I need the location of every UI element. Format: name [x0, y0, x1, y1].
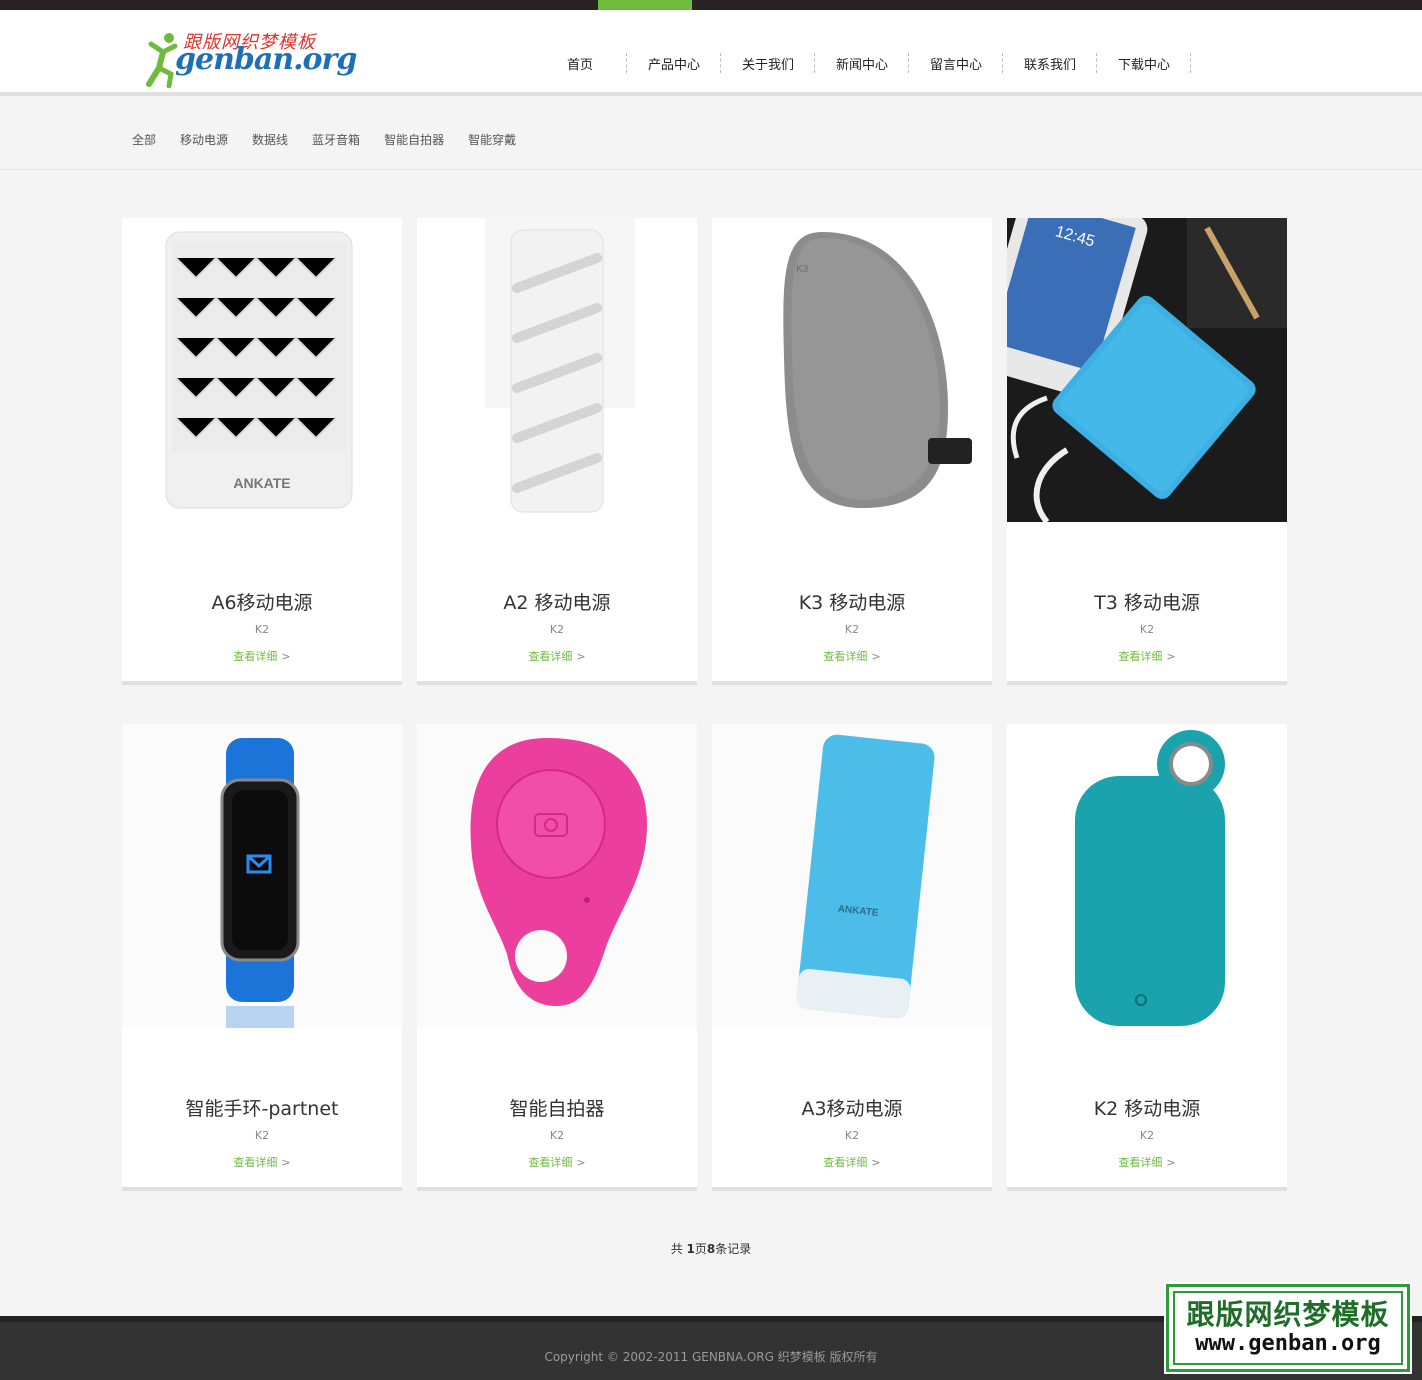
nav-item-news[interactable]: 新闻中心: [815, 20, 909, 106]
view-details-link[interactable]: 查看详细 >: [1007, 1154, 1287, 1170]
power-bank-a3-image: ANKATE: [712, 724, 992, 1028]
product-model: K2: [254, 623, 270, 636]
pager-record-count: 8: [706, 1242, 716, 1256]
product-title[interactable]: A3移动电源: [712, 1094, 992, 1121]
power-bank-t3-image: 12:45: [1007, 218, 1287, 522]
filter-wearable[interactable]: 智能穿戴: [468, 131, 516, 148]
product-card[interactable]: 智能手环-partnet K2 查看详细 >: [122, 724, 402, 1191]
nav-item-products[interactable]: 产品中心: [627, 20, 721, 106]
pager-mid: 页: [694, 1242, 707, 1256]
product-title[interactable]: 智能手环-partnet: [122, 1094, 402, 1121]
product-image-a2[interactable]: [417, 218, 697, 522]
power-bank-k2-image: [1007, 724, 1287, 1028]
power-bank-a2-image: [417, 218, 697, 522]
nav-item-about[interactable]: 关于我们: [721, 20, 815, 106]
product-model: K2: [844, 623, 860, 636]
view-details-link[interactable]: 查看详细 >: [122, 1154, 402, 1170]
filter-power-bank[interactable]: 移动电源: [180, 131, 228, 148]
selfie-shutter-image: [417, 724, 697, 1028]
view-details-link[interactable]: 查看详细 >: [1007, 648, 1287, 664]
product-image-band[interactable]: [122, 724, 402, 1028]
header: 跟版网织梦模板 genban.org 首页 产品中心 关于我们 新闻中心 留言中…: [0, 10, 1422, 96]
site-logo[interactable]: 跟版网织梦模板 genban.org: [145, 28, 357, 90]
nav-active-indicator: [598, 0, 692, 10]
product-image-a6[interactable]: ANKATE: [122, 218, 402, 522]
watermark-badge: 跟版网织梦模板 www.genban.org: [1164, 1282, 1412, 1374]
pager-page-count: 1: [686, 1242, 695, 1256]
pager-suffix: 条记录: [715, 1242, 752, 1256]
product-title[interactable]: K3 移动电源: [712, 588, 992, 615]
view-details-link[interactable]: 查看详细 >: [712, 1154, 992, 1170]
product-card[interactable]: 12:45 T3 移动电源 K2 查看详细 >: [1007, 218, 1287, 685]
filter-data-cable[interactable]: 数据线: [252, 131, 288, 148]
product-title[interactable]: A2 移动电源: [417, 588, 697, 615]
product-model: K2: [844, 1129, 860, 1142]
product-card[interactable]: K2 移动电源 K2 查看详细 >: [1007, 724, 1287, 1191]
nav-item-download[interactable]: 下载中心: [1097, 20, 1191, 106]
a6-brand-mark: ANKATE: [233, 475, 290, 491]
k3-brand-mark: K3: [796, 264, 809, 275]
view-details-link[interactable]: 查看详细 >: [417, 648, 697, 664]
filter-selfie-shutter[interactable]: 智能自拍器: [384, 131, 444, 148]
view-details-link[interactable]: 查看详细 >: [712, 648, 992, 664]
view-details-link[interactable]: 查看详细 >: [417, 1154, 697, 1170]
filter-all[interactable]: 全部: [132, 131, 156, 148]
product-image-k2[interactable]: [1007, 724, 1287, 1028]
filter-bluetooth-speaker[interactable]: 蓝牙音箱: [312, 131, 360, 148]
product-model: K2: [1139, 1129, 1155, 1142]
product-card[interactable]: K3 K3 移动电源 K2 查看详细 >: [712, 218, 992, 685]
product-image-k3[interactable]: K3: [712, 218, 992, 522]
product-title[interactable]: 智能自拍器: [417, 1094, 697, 1121]
product-image-t3[interactable]: 12:45: [1007, 218, 1287, 522]
power-bank-a6-image: ANKATE: [122, 218, 402, 522]
watermark-text-en: www.genban.org: [1195, 1331, 1381, 1356]
product-image-a3[interactable]: ANKATE: [712, 724, 992, 1028]
nav-item-home[interactable]: 首页: [533, 20, 627, 106]
power-bank-k3-image: K3: [712, 218, 992, 522]
product-card[interactable]: ANKATE A6移动电源 K2 查看详细 >: [122, 218, 402, 685]
product-card[interactable]: A2 移动电源 K2 查看详细 >: [417, 218, 697, 685]
product-model: K2: [1139, 623, 1155, 636]
pager-prefix: 共: [670, 1242, 687, 1256]
product-title[interactable]: K2 移动电源: [1007, 1094, 1287, 1121]
nav-item-contact[interactable]: 联系我们: [1003, 20, 1097, 106]
product-model: K2: [254, 1129, 270, 1142]
product-card[interactable]: 智能自拍器 K2 查看详细 >: [417, 724, 697, 1191]
product-model: K2: [549, 1129, 565, 1142]
category-filter-bar: 全部 移动电源 数据线 蓝牙音箱 智能自拍器 智能穿戴: [0, 100, 1422, 170]
product-image-selfie[interactable]: [417, 724, 697, 1028]
product-title[interactable]: T3 移动电源: [1007, 588, 1287, 615]
top-bar: [0, 0, 1422, 10]
product-card[interactable]: ANKATE A3移动电源 K2 查看详细 >: [712, 724, 992, 1191]
product-model: K2: [549, 623, 565, 636]
category-filter-list: 全部 移动电源 数据线 蓝牙音箱 智能自拍器 智能穿戴: [132, 131, 516, 148]
nav-item-guestbook[interactable]: 留言中心: [909, 20, 1003, 106]
smart-band-image: [122, 724, 402, 1028]
main-nav: 首页 产品中心 关于我们 新闻中心 留言中心 联系我们 下载中心: [533, 20, 1191, 106]
product-title[interactable]: A6移动电源: [122, 588, 402, 615]
watermark-text-cn: 跟版网织梦模板: [1186, 1298, 1390, 1331]
view-details-link[interactable]: 查看详细 >: [122, 648, 402, 664]
pagination-info: 共 1页8条记录: [0, 1240, 1422, 1257]
logo-text-en: genban.org: [175, 42, 357, 77]
